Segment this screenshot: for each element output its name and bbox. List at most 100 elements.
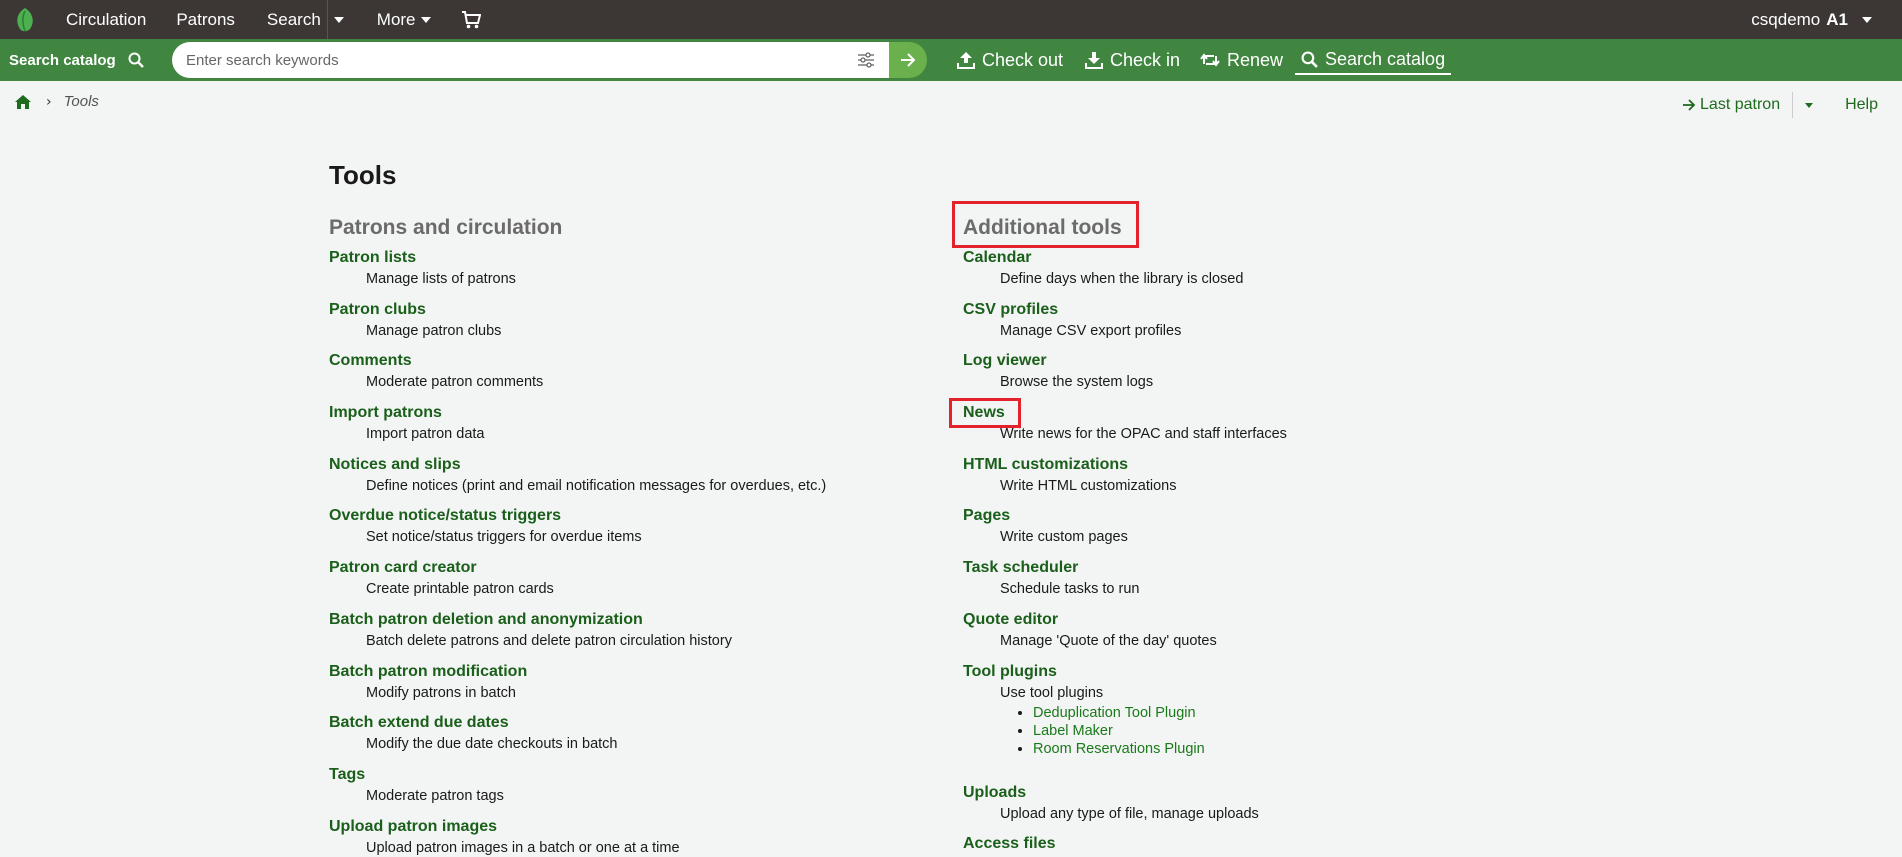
tool-link[interactable]: Upload patron images xyxy=(329,817,497,837)
tool-link[interactable]: Tags xyxy=(329,765,365,785)
caret-down-icon[interactable] xyxy=(1805,102,1814,108)
tool-item: Patron card creator Create printable patr… xyxy=(329,558,889,610)
tool-link[interactable]: Task scheduler xyxy=(963,558,1078,578)
tool-description: Write custom pages xyxy=(1000,529,1128,546)
tool-link[interactable]: Batch patron modification xyxy=(329,662,527,682)
help-link[interactable]: Help xyxy=(1845,96,1878,114)
filter-settings-icon[interactable] xyxy=(857,52,875,68)
patrons-circulation-section: Patrons and circulation Patron lists Mana… xyxy=(329,214,889,857)
check-in-link[interactable]: Check in xyxy=(1085,39,1180,81)
tool-item: Task scheduler Schedule tasks to run xyxy=(963,558,1523,610)
tool-link[interactable]: Quote editor xyxy=(963,610,1058,630)
plugin-link[interactable]: Deduplication Tool Plugin xyxy=(1033,705,1196,721)
tool-link[interactable]: Batch patron deletion and anonymization xyxy=(329,610,643,630)
tool-link[interactable]: CSV profiles xyxy=(963,300,1058,320)
tool-description: Modify the due date checkouts in batch xyxy=(366,736,618,753)
tool-item: Log viewer Browse the system logs xyxy=(963,351,1523,403)
last-patron-link[interactable]: Last patron xyxy=(1682,96,1780,114)
list-item: Label Maker xyxy=(1033,722,1523,740)
tool-link[interactable]: Calendar xyxy=(963,248,1031,268)
tool-link[interactable]: Overdue notice/status triggers xyxy=(329,506,561,526)
renew-label: Renew xyxy=(1227,49,1284,70)
tool-link[interactable]: Notices and slips xyxy=(329,455,461,475)
search-icon xyxy=(1301,51,1318,68)
home-icon[interactable] xyxy=(14,94,32,110)
user-menu[interactable]: csqdemo A1 xyxy=(1751,0,1872,39)
nav-patrons[interactable]: Patrons xyxy=(176,0,235,39)
cart-icon[interactable] xyxy=(461,0,481,39)
tool-description: Batch delete patrons and delete patron c… xyxy=(366,632,732,649)
divider xyxy=(1792,92,1794,118)
tool-item: Tool plugins Use tool plugins Deduplicat… xyxy=(963,662,1523,783)
tool-link[interactable]: Uploads xyxy=(963,783,1026,803)
search-input[interactable] xyxy=(186,51,826,69)
nav-circulation[interactable]: Circulation xyxy=(66,0,146,39)
download-icon xyxy=(1085,52,1103,69)
tool-list: Calendar Define days when the library is … xyxy=(949,248,1523,857)
tool-item: Upload patron images Upload patron images… xyxy=(329,817,889,857)
tool-item: Comments Moderate patron comments xyxy=(329,351,889,403)
tool-description: Write HTML customizations xyxy=(1000,477,1177,494)
tool-link[interactable]: Patron card creator xyxy=(329,558,477,578)
tool-item: HTML customizations Write HTML customizat… xyxy=(963,455,1523,507)
tool-link[interactable]: Import patrons xyxy=(329,403,442,423)
tool-description: Use tool plugins xyxy=(1000,684,1104,701)
check-out-label: Check out xyxy=(982,49,1064,70)
tool-description: Manage lists of patrons xyxy=(366,271,516,287)
list-item: Deduplication Tool Plugin xyxy=(1033,704,1523,722)
search-catalog-link[interactable]: Search catalog xyxy=(1295,45,1452,75)
caret-down-icon xyxy=(420,16,431,23)
arrow-right-icon xyxy=(1683,99,1696,111)
tool-link[interactable]: Access files xyxy=(963,834,1056,854)
tool-item: Access files xyxy=(963,834,1523,857)
search-icon xyxy=(128,52,144,68)
tool-description: Set notice/status triggers for overdue i… xyxy=(366,529,642,546)
tool-link[interactable]: Log viewer xyxy=(963,351,1047,371)
tool-item: Batch patron modification Modify patrons … xyxy=(329,662,889,714)
check-out-link[interactable]: Check out xyxy=(957,39,1063,81)
tool-link[interactable]: Patron lists xyxy=(329,248,416,268)
tool-link[interactable]: Tool plugins xyxy=(963,662,1057,682)
tool-link[interactable]: Comments xyxy=(329,351,412,371)
search-submit-button[interactable] xyxy=(889,42,927,78)
tool-link[interactable]: Pages xyxy=(963,506,1010,526)
additional-tools-section: Additional tools Calendar Define days whe… xyxy=(949,201,1523,857)
tool-link[interactable]: HTML customizations xyxy=(963,455,1128,475)
tool-description: Import patron data xyxy=(366,426,485,443)
search-input-wrapper xyxy=(172,42,889,78)
nav-more-label: More xyxy=(376,9,416,29)
tool-item: Pages Write custom pages xyxy=(963,506,1523,558)
tool-link[interactable]: Batch extend due dates xyxy=(329,713,509,733)
renew-link[interactable]: Renew xyxy=(1200,39,1283,81)
tool-description: Moderate patron tags xyxy=(366,787,504,804)
tool-item: Uploads Upload any type of file, manage u… xyxy=(963,783,1523,835)
tool-description: Schedule tasks to run xyxy=(1000,581,1140,598)
tool-description: Write news for the OPAC and staff interf… xyxy=(1000,426,1287,443)
tool-item: Calendar Define days when the library is … xyxy=(963,248,1523,300)
chevron-right-icon: › xyxy=(46,93,52,110)
nav-more[interactable]: More xyxy=(377,0,431,39)
section-heading-wrap: Additional tools xyxy=(952,201,1139,248)
tool-description: Manage CSV export profiles xyxy=(1000,322,1182,339)
search-catalog-tab[interactable]: Search catalog xyxy=(9,52,144,69)
tool-description: Manage 'Quote of the day' quotes xyxy=(1000,632,1217,649)
tool-item: News Write news for the OPAC and staff in… xyxy=(949,398,1523,455)
tool-list: Patron lists Manage lists of patrons Patr… xyxy=(329,248,889,857)
tool-item: Batch patron deletion and anonymization B… xyxy=(329,610,889,662)
highlight-box xyxy=(952,201,1139,248)
highlight-box xyxy=(949,398,1021,429)
news-link[interactable]: News xyxy=(949,398,1021,429)
nav-search[interactable]: Search xyxy=(267,0,321,39)
tool-description: Define notices (print and email notifica… xyxy=(366,477,827,494)
koha-logo-icon[interactable] xyxy=(8,5,42,35)
tool-description: Upload patron images in a batch or one a… xyxy=(366,839,680,856)
plugin-list: Deduplication Tool Plugin Label Maker Ro… xyxy=(1033,704,1523,758)
retweet-icon xyxy=(1200,53,1220,67)
tool-description: Manage patron clubs xyxy=(366,322,502,339)
plugin-link[interactable]: Room Reservations Plugin xyxy=(1033,741,1205,757)
tool-link[interactable]: Patron clubs xyxy=(329,300,426,320)
search-catalog-link-label: Search catalog xyxy=(1325,48,1446,69)
plugin-link[interactable]: Label Maker xyxy=(1033,723,1113,739)
tool-description: Modify patrons in batch xyxy=(366,684,516,701)
search-dropdown-toggle[interactable] xyxy=(326,0,351,39)
